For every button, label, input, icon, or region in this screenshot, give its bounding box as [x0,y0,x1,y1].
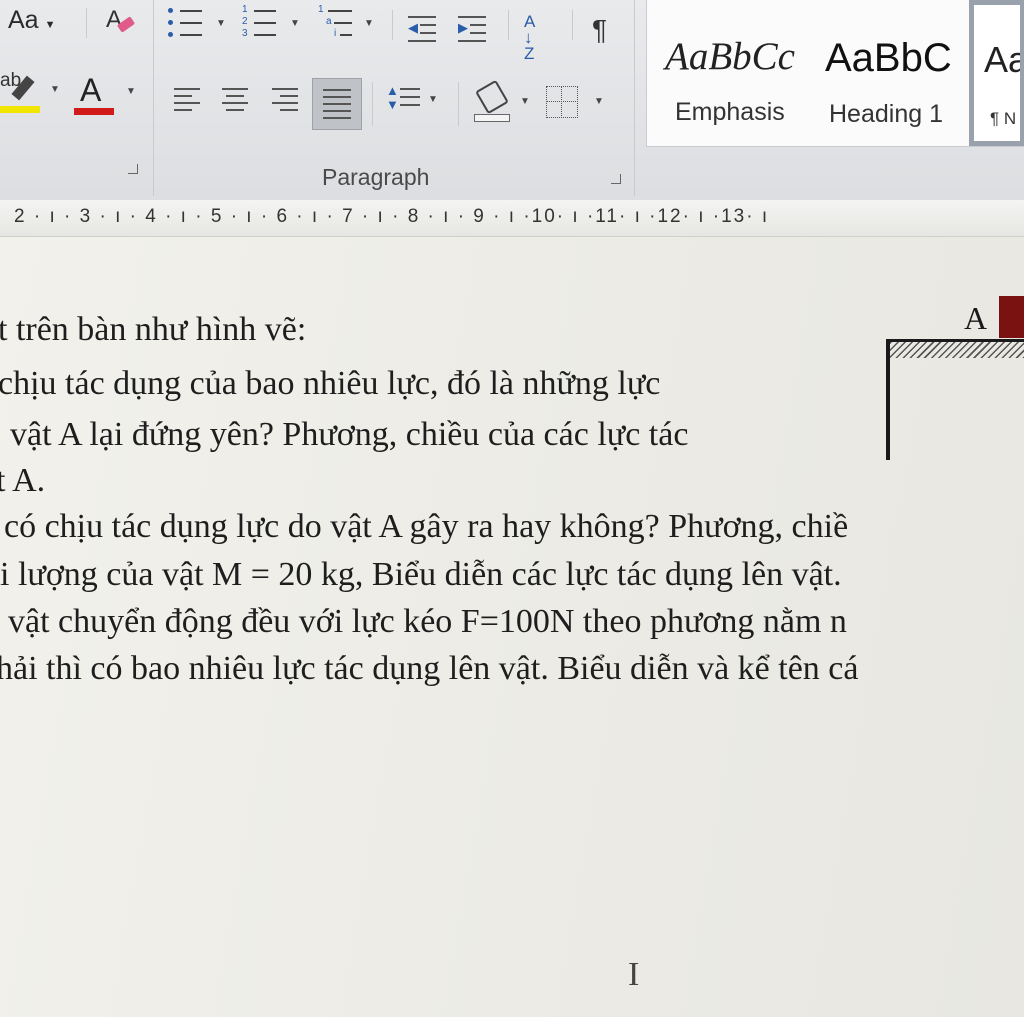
justify-button[interactable] [312,78,362,130]
increase-indent-icon[interactable]: ▶ [458,16,486,42]
ribbon-separator [372,82,373,126]
figure-table-surface [890,339,1024,358]
justify-icon [323,89,351,119]
styles-gallery: AaBbCc Emphasis AaBbC Heading 1 Aa ¶ N [646,0,1024,147]
align-center-icon[interactable] [222,88,250,114]
sort-icon[interactable]: A↓Z [524,13,560,62]
decrease-indent-icon[interactable]: ◀ [408,16,436,42]
align-right-icon[interactable] [272,88,300,114]
style-name: ¶ N [990,109,1017,128]
ribbon-separator [392,10,393,40]
group-separator [153,0,154,196]
text-cursor-icon: I [628,956,640,993]
highlight-color-bar [0,106,40,113]
document-line: vật A lại đứng yên? Phương, chiều của cá… [10,416,689,453]
style-emphasis[interactable]: AaBbCc Emphasis [647,0,815,146]
document-line: t A. [0,462,46,499]
align-left-icon[interactable] [174,88,202,114]
paragraph-dialog-launcher[interactable] [611,174,621,184]
numbering-dropdown-icon[interactable]: ▼ [290,18,300,29]
font-dialog-launcher[interactable] [128,164,138,174]
figure-block-a [999,296,1024,338]
figure-label: A [964,300,988,336]
shading-icon[interactable]: ▼ [474,79,534,124]
ribbon-separator [572,10,573,40]
pilcrow-icon: ¶ [592,14,608,45]
show-formatting-marks-button[interactable]: ¶ [592,14,607,46]
font-color-label: A [80,72,102,108]
horizontal-ruler[interactable]: 2 · ı · 3 · ı · 4 · ı · 5 · ı · 6 · ı · … [0,200,1024,237]
style-preview: AaBbC [825,36,952,80]
style-normal[interactable]: Aa ¶ N [969,0,1024,146]
line-spacing-icon[interactable]: ▲ ▼ ▼ [386,84,438,120]
change-case-button[interactable]: Aa ▼ [8,6,55,35]
document-line: có chịu tác dụng lực do vật A gây ra hay… [4,508,849,545]
style-heading-1[interactable]: AaBbC Heading 1 [815,0,973,146]
style-name: Heading 1 [829,100,943,128]
document-line: t trên bàn như hình vẽ: [0,311,307,348]
ruler-marks: 2 · ı · 3 · ı · 4 · ı · 5 · ı · 6 · ı · … [14,206,770,227]
ribbon-separator [458,82,459,126]
text-highlight-color-button[interactable]: ab ▼ [0,70,60,116]
style-preview: AaBbCc [665,35,795,78]
style-name: Emphasis [675,98,785,126]
borders-icon[interactable]: ▼ [546,86,608,122]
multilevel-list-button[interactable]: 1 a i [318,4,354,40]
ribbon-separator [508,10,509,40]
style-preview: Aa [984,39,1024,80]
group-separator [634,0,635,196]
font-color-button[interactable]: A ▼ [74,70,144,116]
ribbon-separator [86,8,87,38]
clear-formatting-icon[interactable]: A [106,6,136,38]
paragraph-group-label: Paragraph [322,164,430,190]
document-line: i lượng của vật M = 20 kg, Biểu diễn các… [0,556,842,593]
document-line: hải thì có bao nhiêu lực tác dụng lên vậ… [0,650,859,687]
font-color-bar [74,108,114,115]
document-line: vật chuyển động đều với lực kéo F=100N t… [8,603,847,640]
change-case-label: Aa [8,6,39,34]
ribbon: Aa ▼ A ab ▼ A ▼ ▼ 123 ▼ 1 a i ▼ ◀ ▶ A↓Z … [0,0,1024,201]
document-line: chịu tác dụng của bao nhiêu lực, đó là n… [0,365,661,402]
bullets-button[interactable] [168,6,204,40]
multilevel-list-dropdown-icon[interactable]: ▼ [364,18,374,29]
sort-label: A↓Z [524,12,536,63]
bullets-dropdown-icon[interactable]: ▼ [216,18,226,29]
numbering-button[interactable]: 123 [242,4,278,40]
